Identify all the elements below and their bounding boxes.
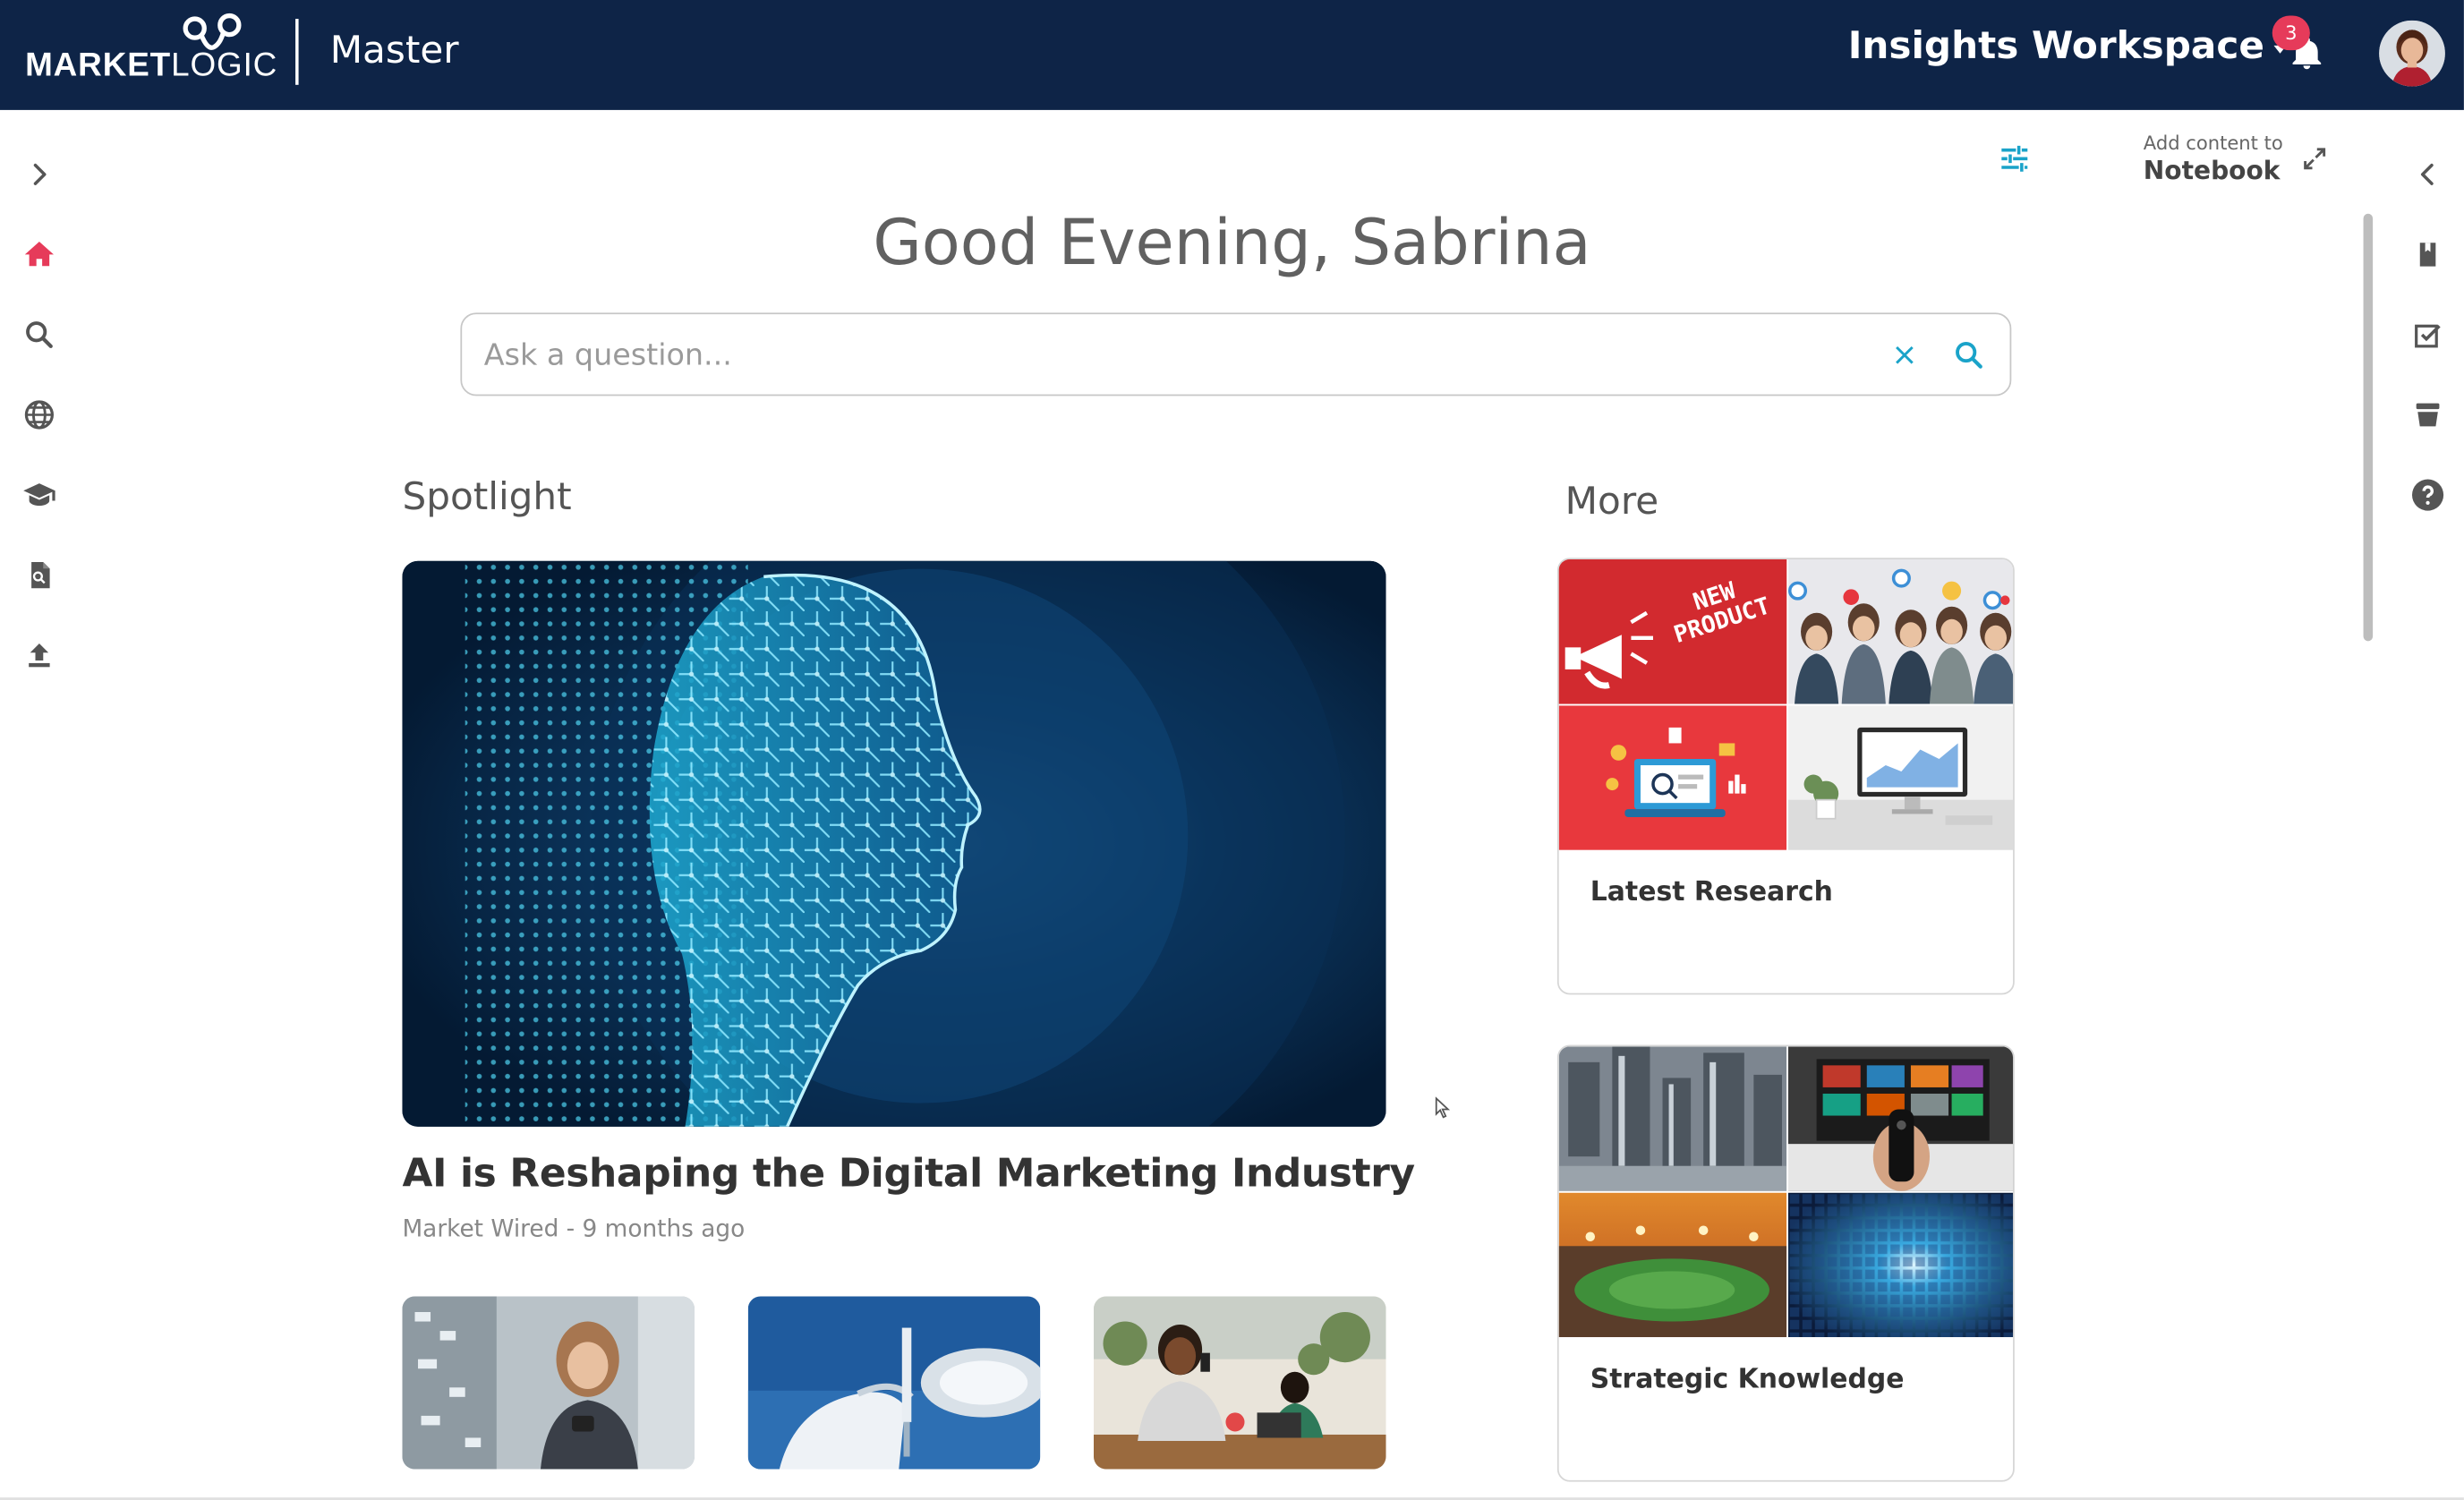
app-title: Master [329, 28, 459, 72]
card-image-marketing-laptop [1558, 705, 1787, 850]
notebook-name[interactable]: Notebook [2144, 156, 2281, 185]
spotlight-thumbnail[interactable] [747, 1296, 1041, 1470]
spotlight-thumbnail[interactable] [1093, 1296, 1386, 1470]
right-tool-rail [2389, 110, 2464, 1500]
card-label: Strategic Knowledge [1590, 1363, 1905, 1396]
greeting-heading: Good Evening, Sabrina [873, 207, 1591, 280]
more-card-strategic-knowledge[interactable]: Strategic Knowledge [1556, 1044, 2015, 1482]
card-image-tv-remote [1787, 1046, 2014, 1191]
spotlight-hero-meta: Market Wired - 9 months ago [402, 1214, 746, 1243]
card-image-grid [1558, 1046, 2014, 1338]
spotlight-hero-image[interactable] [402, 560, 1386, 1127]
card-image-social-group [1787, 559, 2014, 704]
top-bar: MARKETLOGIC Master Insights Workspace 3 [0, 0, 2464, 110]
filter-settings-icon[interactable] [1997, 141, 2032, 176]
user-avatar[interactable] [2379, 20, 2445, 87]
card-image-desk-monitor [1787, 705, 2014, 850]
workspace-label: Insights Workspace [1847, 23, 2264, 68]
expand-icon[interactable] [2300, 145, 2329, 174]
document-icon[interactable] [19, 555, 60, 596]
app-root: MARKETLOGIC Master Insights Workspace 3 [0, 0, 2464, 1500]
brand-logo[interactable]: MARKETLOGIC [25, 13, 277, 84]
upload-icon[interactable] [19, 635, 60, 676]
more-title: More [1565, 479, 1659, 524]
spotlight-thumbnail[interactable] [402, 1296, 695, 1470]
spotlight-hero-title[interactable]: AI is Reshaping the Digital Marketing In… [402, 1150, 1415, 1196]
logo-divider [295, 19, 299, 85]
mouse-cursor-icon [1435, 1096, 1451, 1119]
notification-badge: 3 [2272, 15, 2310, 51]
card-image-digital-screens [1787, 1192, 2014, 1338]
clear-icon[interactable] [1888, 339, 1920, 371]
globe-icon[interactable] [19, 395, 60, 436]
card-image-new-product: NEW PRODUCT [1558, 559, 1787, 704]
search-submit-icon[interactable] [1952, 337, 1987, 372]
card-image-stadium [1558, 1192, 1787, 1338]
graduation-cap-icon[interactable] [19, 474, 60, 516]
card-image-grid: NEW PRODUCT [1558, 559, 2014, 850]
help-icon[interactable] [2408, 474, 2449, 516]
search-icon[interactable] [19, 314, 60, 355]
chevron-left-icon[interactable] [2408, 154, 2449, 195]
checklist-icon[interactable] [2408, 314, 2449, 355]
left-nav-rail [0, 110, 79, 1500]
avatar-portrait-icon [2379, 20, 2445, 87]
card-image-city-aerial [1558, 1046, 1787, 1191]
more-card-latest-research[interactable]: NEW PRODUCT Latest Research [1556, 558, 2015, 995]
spotlight-title: Spotlight [402, 474, 572, 519]
add-content-label: Add content to [2143, 132, 2283, 155]
card-label: Latest Research [1590, 876, 1833, 908]
basket-icon[interactable] [2408, 395, 2449, 436]
logo-mark-icon [183, 13, 242, 50]
logo-text-bold: MARKET [25, 47, 172, 84]
workspace-switcher[interactable]: Insights Workspace [1848, 23, 2287, 67]
question-search-box [460, 312, 2012, 396]
chevron-right-icon[interactable] [19, 154, 60, 195]
question-search-input[interactable] [483, 329, 1867, 380]
